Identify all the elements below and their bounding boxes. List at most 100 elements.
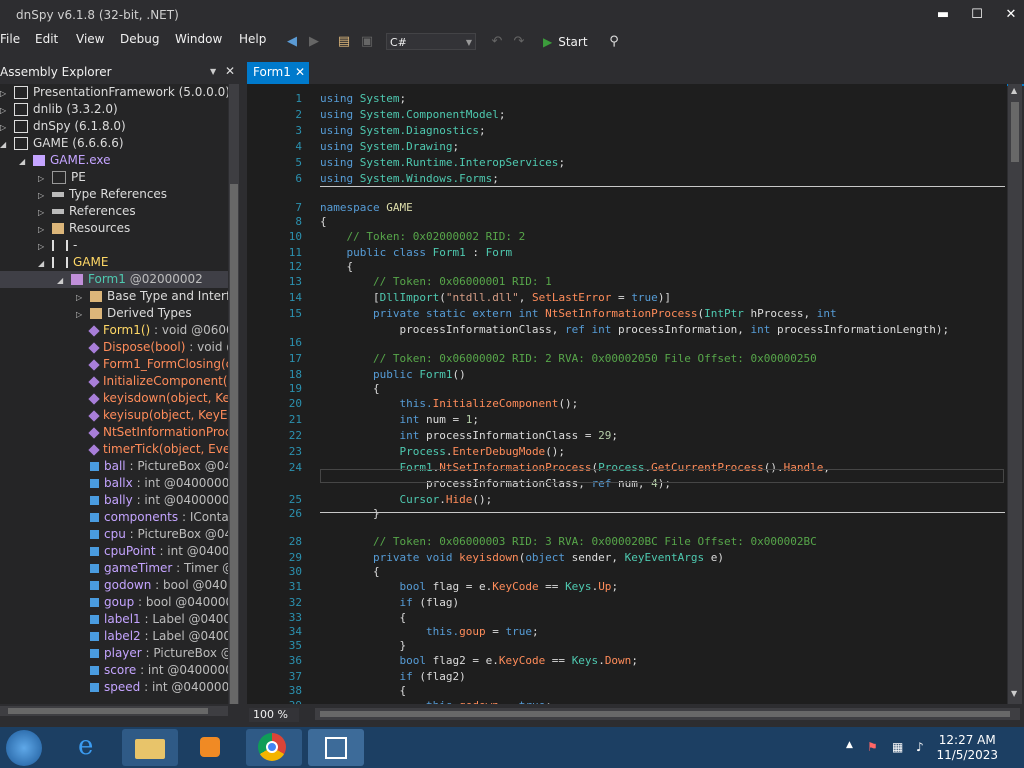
menu-file[interactable]: File <box>0 32 20 46</box>
assembly-explorer-tree[interactable]: ▷ PresentationFramework (5.0.0.0) ▷ dnlib (… <box>0 84 228 704</box>
forward-icon[interactable]: ▶ <box>305 33 323 51</box>
tree-item[interactable]: ball : PictureBox @040 <box>76 458 228 475</box>
tree-item[interactable]: score : int @04000006 <box>76 662 228 679</box>
explorer-horizontal-scrollbar[interactable] <box>0 706 228 716</box>
undo-icon[interactable]: ↶ <box>488 33 506 51</box>
scrollbar-thumb[interactable] <box>1011 102 1019 162</box>
tree-item[interactable]: ballx : int @04000004 <box>76 475 228 492</box>
tree-item[interactable]: ▷ PE <box>38 169 86 186</box>
tree-item[interactable]: goup : bool @0400000 <box>76 594 228 611</box>
tree-item[interactable]: Form1() : void @06000 <box>76 322 228 339</box>
line-number: 14 <box>288 291 302 304</box>
tree-item[interactable]: components : IContai <box>76 509 228 526</box>
code-line: bool flag = e.KeyCode == Keys.Up; <box>320 580 618 593</box>
editor-horizontal-scrollbar[interactable] <box>315 708 1020 720</box>
flag-icon[interactable]: ⚑ <box>867 740 878 754</box>
tree-item[interactable]: label2 : Label @040000 <box>76 628 228 645</box>
menu-debug[interactable]: Debug <box>120 32 159 46</box>
minimize-button[interactable]: ▬ <box>933 6 953 24</box>
chrome-icon[interactable] <box>246 729 302 766</box>
expand-toggle-icon[interactable]: ▷ <box>76 306 86 323</box>
save-icon[interactable]: ▣ <box>358 33 376 51</box>
editor-vertical-scrollbar[interactable]: ▲ ▼ <box>1008 84 1022 704</box>
menu-edit[interactable]: Edit <box>35 32 58 46</box>
tree-item[interactable]: ◢ GAME <box>38 254 108 271</box>
scrollbar-thumb[interactable] <box>8 708 208 714</box>
menu-view[interactable]: View <box>76 32 104 46</box>
expand-toggle-icon[interactable]: ▷ <box>38 204 48 221</box>
explorer-vertical-scrollbar[interactable] <box>229 84 239 704</box>
expand-toggle-icon[interactable]: ◢ <box>0 136 10 153</box>
expand-toggle-icon[interactable]: ◢ <box>19 153 29 170</box>
tree-item[interactable]: keyisdown(object, Key <box>76 390 228 407</box>
line-number: 24 <box>288 461 302 474</box>
close-panel-icon[interactable]: ✕ <box>225 64 235 78</box>
search-icon[interactable]: ⚲ <box>605 33 623 51</box>
expand-toggle-icon[interactable]: ▷ <box>38 187 48 204</box>
tree-item[interactable]: cpu : PictureBox @040 <box>76 526 228 543</box>
redo-icon[interactable]: ↷ <box>510 33 528 51</box>
language-select[interactable]: C# ▼ <box>386 33 476 50</box>
expand-toggle-icon[interactable]: ▷ <box>38 238 48 255</box>
menu-window[interactable]: Window <box>175 32 222 46</box>
tree-item[interactable]: ◢ Form1 @02000002 <box>0 271 228 288</box>
tree-item[interactable]: ▷ Base Type and Interfac <box>76 288 228 305</box>
expand-toggle-icon[interactable]: ▷ <box>38 170 48 187</box>
tree-item[interactable]: InitializeComponent() <box>76 373 228 390</box>
back-icon[interactable]: ◀ <box>283 33 301 51</box>
tree-item[interactable]: godown : bool @0400 <box>76 577 228 594</box>
network-icon[interactable]: ▦ <box>892 740 903 754</box>
tree-item[interactable]: cpuPoint : int @04000 <box>76 543 228 560</box>
tree-item[interactable]: player : PictureBox @0 <box>76 645 228 662</box>
tree-item[interactable]: ▷ dnlib (3.3.2.0) <box>0 101 118 118</box>
tree-item[interactable]: gameTimer : Timer @ <box>76 560 228 577</box>
file-explorer-icon[interactable] <box>122 729 178 766</box>
scrollbar-thumb[interactable] <box>230 184 238 704</box>
dnspy-taskbar-icon[interactable] <box>308 729 364 766</box>
tree-item[interactable]: Form1_FormClosing(c <box>76 356 228 373</box>
expand-toggle-icon[interactable]: ◢ <box>38 255 48 272</box>
scroll-up-icon[interactable]: ▲ <box>1011 86 1017 95</box>
scroll-down-icon[interactable]: ▼ <box>1011 689 1017 698</box>
volume-icon[interactable]: ♪ <box>916 740 924 754</box>
close-tab-icon[interactable]: ✕ <box>295 62 305 82</box>
tab-form1[interactable]: Form1 ✕ <box>247 62 309 84</box>
tree-item[interactable]: NtSetInformationProc <box>76 424 228 441</box>
expand-toggle-icon[interactable]: ▷ <box>0 102 10 119</box>
tree-item[interactable]: ◢ GAME.exe <box>19 152 111 169</box>
expand-toggle-icon[interactable]: ▷ <box>0 119 10 136</box>
dropdown-icon[interactable]: ▼ <box>210 67 216 76</box>
internet-explorer-icon[interactable]: e <box>62 729 118 766</box>
code-editor[interactable]: 1 2 3 4 5 6 7 8 10 11 12 13 14 15 16 17 18 19 20 21 22 23 24 25… <box>247 84 1007 704</box>
start-button[interactable]: ▶ Start <box>543 33 588 51</box>
tree-item[interactable]: ▷ - <box>38 237 77 254</box>
scrollbar-thumb[interactable] <box>320 711 1010 717</box>
tree-item[interactable]: ▷ Derived Types <box>76 305 192 322</box>
tree-item[interactable]: ▷ Resources <box>38 220 130 237</box>
field-icon <box>90 632 99 641</box>
tree-item[interactable]: label1 : Label @040000 <box>76 611 228 628</box>
media-player-icon[interactable] <box>182 729 238 766</box>
open-folder-icon[interactable]: ▤ <box>335 33 353 51</box>
close-button[interactable]: ✕ <box>1001 6 1021 24</box>
tree-item[interactable]: ▷ References <box>38 203 136 220</box>
tree-item[interactable]: ◢ GAME (6.6.6.6) <box>0 135 124 152</box>
tree-item[interactable]: Dispose(bool) : void @ <box>76 339 228 356</box>
expand-toggle-icon[interactable]: ▷ <box>0 85 10 102</box>
expand-toggle-icon[interactable]: ◢ <box>57 272 67 289</box>
start-menu-button[interactable] <box>6 730 42 766</box>
tree-item[interactable]: keyisup(object, KeyEve <box>76 407 228 424</box>
tree-item[interactable]: ▷ dnSpy (6.1.8.0) <box>0 118 126 135</box>
tree-item[interactable]: ▷ PresentationFramework (5.0.0.0) <box>0 84 228 101</box>
clock[interactable]: 12:27 AM 11/5/2023 <box>936 733 998 763</box>
tree-item[interactable]: ▷ Type References <box>38 186 167 203</box>
expand-toggle-icon[interactable]: ▷ <box>38 221 48 238</box>
menu-help[interactable]: Help <box>239 32 266 46</box>
maximize-button[interactable]: ☐ <box>967 6 987 24</box>
tree-item[interactable]: speed : int @04000003 <box>76 679 228 696</box>
tree-item[interactable]: bally : int @04000005 <box>76 492 228 509</box>
tray-expand-icon[interactable]: ▲ <box>846 740 853 750</box>
tree-item[interactable]: timerTick(object, Even <box>76 441 228 458</box>
expand-toggle-icon[interactable]: ▷ <box>76 289 86 306</box>
zoom-level[interactable]: 100 % <box>249 708 299 722</box>
